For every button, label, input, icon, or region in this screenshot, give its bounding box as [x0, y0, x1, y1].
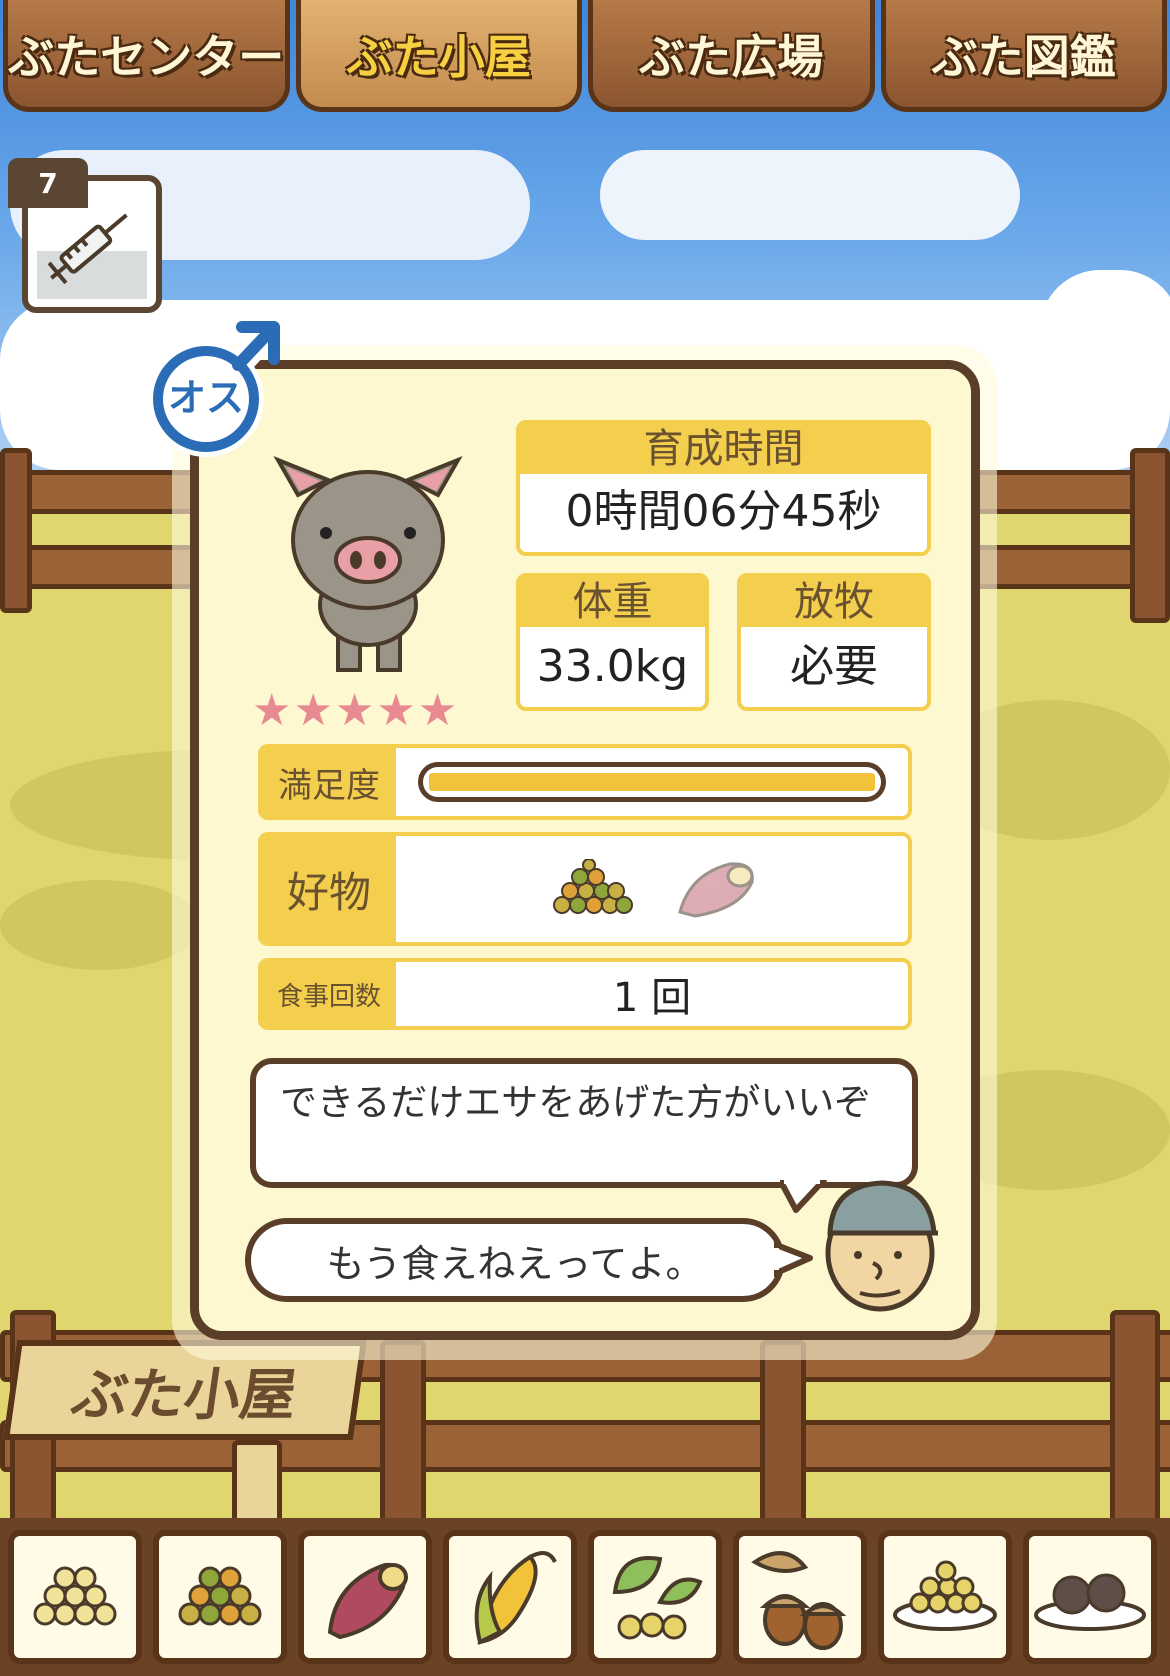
beans-icon [553, 859, 633, 914]
location-sign-label: ぶた小屋 [67, 1362, 301, 1428]
item-count: 7 [38, 166, 58, 200]
vegetables-icon [612, 1556, 703, 1640]
grazing-box: 放牧 必要 [737, 573, 931, 711]
food-vegetables-button[interactable] [588, 1530, 722, 1664]
meat-plate-icon [1034, 1573, 1146, 1631]
food-soybeans-button[interactable] [8, 1530, 142, 1664]
tab-label: ぶた図鑑 [931, 29, 1116, 84]
soybeans-icon [33, 1566, 117, 1626]
satisfaction-fill [429, 773, 875, 791]
top-tab-bar: ぶたセンター ぶた小屋 ぶた広場 ぶた図鑑 [0, 0, 1170, 122]
food-corn-button[interactable] [443, 1530, 577, 1664]
weight-label: 体重 [520, 577, 705, 627]
fence-post [380, 1340, 426, 1530]
fence-post [1110, 1310, 1160, 1530]
tab-pig-encyclopedia[interactable]: ぶた図鑑 [880, 0, 1167, 112]
grass-patch [0, 880, 200, 970]
acorns-icon [751, 1551, 847, 1650]
growth-time-box: 育成時間 0時間06分45秒 [516, 420, 931, 556]
corn-icon [474, 1551, 557, 1645]
feed-plate-icon [893, 1560, 997, 1631]
favorite-label: 好物 [262, 836, 396, 942]
pig-speech-bubble: もう食えねえってよ。 [245, 1218, 785, 1302]
food-sweet-potato-button[interactable] [298, 1530, 432, 1664]
food-feed-plate-button[interactable] [878, 1530, 1012, 1664]
meal-count-value: 1 回 [612, 975, 692, 1021]
sign-post [232, 1440, 282, 1530]
cloud [600, 150, 1020, 240]
farmer-avatar-icon [825, 1180, 938, 1312]
mixed-beans-icon [178, 1566, 262, 1626]
gender-label: オス [168, 376, 244, 420]
tab-pig-plaza[interactable]: ぶた広場 [588, 0, 875, 112]
fence-post [0, 448, 32, 613]
meal-count-row: 食事回数 1 回 [258, 958, 912, 1030]
cloud [1040, 270, 1170, 390]
farmer-message: できるだけエサをあげた方がいいぞ [280, 1081, 872, 1124]
rating-stars: ★★★★★ [252, 685, 460, 736]
food-acorns-button[interactable] [733, 1530, 867, 1664]
fence-post [1130, 448, 1170, 623]
meal-count-label: 食事回数 [262, 962, 396, 1026]
sweet-potato-icon [327, 1562, 408, 1640]
pig-message: もう食えねえってよ。 [326, 1241, 704, 1286]
tab-label: ぶた小屋 [346, 29, 531, 84]
item-count-badge: 7 [8, 158, 88, 208]
farmer-speech-bubble: できるだけエサをあげた方がいいぞ [250, 1058, 918, 1188]
food-mixed-beans-button[interactable] [153, 1530, 287, 1664]
male-gender-icon: オス [148, 318, 283, 457]
tab-pig-center[interactable]: ぶたセンター [3, 0, 290, 112]
weight-value: 33.0kg [536, 641, 689, 692]
favorite-food-row: 好物 [258, 832, 912, 946]
tab-label: ぶたセンター [8, 29, 285, 84]
satisfaction-row: 満足度 [258, 744, 912, 820]
tab-pig-barn[interactable]: ぶた小屋 [295, 0, 582, 112]
grazing-value: 必要 [790, 641, 878, 692]
satisfaction-label: 満足度 [262, 748, 396, 816]
bubble-tail [774, 1241, 813, 1277]
tab-label: ぶた広場 [639, 29, 824, 84]
satisfaction-meter [418, 762, 886, 802]
grazing-label: 放牧 [741, 577, 927, 627]
sweet-potato-icon [678, 862, 754, 918]
weight-box: 体重 33.0kg [516, 573, 709, 711]
pig-icon [273, 456, 463, 672]
fence-post [760, 1340, 806, 1530]
food-meat-plate-button[interactable] [1023, 1530, 1157, 1664]
growth-time-value: 0時間06分45秒 [565, 486, 882, 537]
growth-time-label: 育成時間 [520, 424, 927, 474]
